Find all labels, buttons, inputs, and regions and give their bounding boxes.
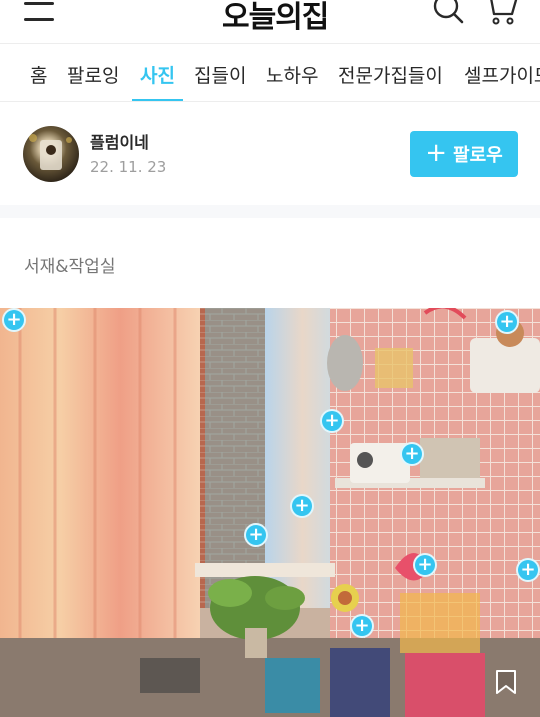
cart-icon[interactable]: [484, 0, 518, 26]
product-tag-pin[interactable]: +: [495, 310, 519, 334]
follow-label: 팔로우: [453, 145, 503, 166]
tab-housewarming[interactable]: 집들이: [194, 61, 246, 101]
space-label[interactable]: 서재&작업실: [24, 252, 115, 277]
product-tag-pin[interactable]: +: [2, 308, 26, 332]
tab-expert-housewarming[interactable]: 전문가집들이: [338, 61, 443, 101]
category-tabs: 홈 팔로잉 사진 집들이 노하우 전문가집들이 셀프가이드: [0, 45, 540, 102]
photo-illustration: [0, 308, 540, 717]
tab-home[interactable]: 홈: [30, 61, 47, 101]
author-row: 플럼이네 22. 11. 23 + 팔로우: [0, 103, 540, 205]
tab-knowhow[interactable]: 노하우: [266, 61, 318, 101]
plus-icon: +: [425, 138, 448, 168]
tab-following[interactable]: 팔로잉: [67, 61, 119, 101]
product-tag-pin[interactable]: +: [350, 614, 374, 638]
bookmark-icon[interactable]: [494, 669, 518, 695]
product-tag-pin[interactable]: +: [290, 494, 314, 518]
post-photo[interactable]: + + + + + + + + +: [0, 308, 540, 717]
product-tag-pin[interactable]: +: [413, 553, 437, 577]
hamburger-menu-icon[interactable]: [24, 0, 56, 24]
section-divider: [0, 205, 540, 218]
top-header: 오늘의집: [0, 0, 540, 44]
app-logo[interactable]: 오늘의집: [222, 0, 329, 36]
tab-photos[interactable]: 사진: [132, 61, 183, 101]
post-date: 22. 11. 23: [90, 158, 167, 176]
search-icon[interactable]: [432, 0, 464, 26]
author-name[interactable]: 플럼이네: [90, 129, 149, 153]
product-tag-pin[interactable]: +: [400, 442, 424, 466]
follow-button[interactable]: + 팔로우: [410, 131, 518, 177]
product-tag-pin[interactable]: +: [516, 558, 540, 582]
product-tag-pin[interactable]: +: [320, 409, 344, 433]
avatar[interactable]: [23, 126, 79, 182]
product-tag-pin[interactable]: +: [244, 523, 268, 547]
tab-self-guide[interactable]: 셀프가이드: [464, 61, 540, 101]
